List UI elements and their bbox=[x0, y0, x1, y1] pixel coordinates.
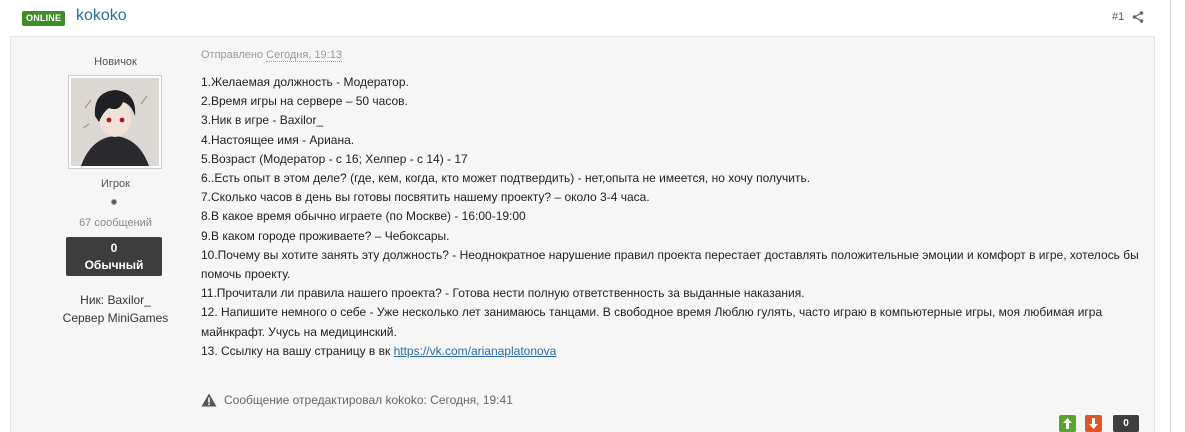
arrow-down-icon bbox=[1089, 418, 1098, 429]
author-username-link[interactable]: kokoko bbox=[76, 7, 127, 25]
body-line: майнкрафт. Учусь на медицинский. bbox=[201, 324, 397, 339]
post-number-link[interactable]: #1 bbox=[1112, 11, 1124, 23]
avatar-image bbox=[71, 78, 159, 166]
body-line: 11.Прочитали ли правила нашего проекта? … bbox=[201, 286, 805, 301]
link-line-prefix: 13. Ссылку на вашу страницу в вк bbox=[201, 343, 394, 358]
reputation-label: Обычный bbox=[84, 258, 144, 272]
reputation-value: 0 bbox=[110, 241, 118, 255]
post-date: Отправлено Сегодня, 19:13 bbox=[201, 49, 342, 62]
author-panel: Новичок Игрок 67 сообщений 0 Обычный Ник… bbox=[23, 37, 208, 432]
sent-prefix: Отправлено bbox=[201, 49, 264, 61]
edit-note-text: Сообщение отредактировал kokoko: Сегодня… bbox=[224, 393, 513, 407]
upvote-button[interactable] bbox=[1059, 415, 1076, 432]
downvote-button[interactable] bbox=[1085, 415, 1102, 432]
post-container: Новичок Игрок 67 сообщений 0 Обычный Ник… bbox=[10, 36, 1155, 432]
vote-count: 0 bbox=[1113, 415, 1139, 432]
nick-field: Ник: Baxilor_ bbox=[23, 293, 208, 307]
body-line: 7.Сколько часов в день вы готовы посвяти… bbox=[201, 190, 650, 205]
nick-label: Ник: bbox=[80, 293, 105, 307]
reputation-badge[interactable]: 0 Обычный bbox=[66, 237, 162, 276]
edit-note: Сообщение отредактировал kokoko: Сегодня… bbox=[201, 393, 513, 407]
warning-icon bbox=[201, 393, 217, 407]
vk-profile-link[interactable]: https://vk.com/arianaplatonova bbox=[394, 344, 557, 358]
arrow-up-icon bbox=[1063, 418, 1072, 429]
server-field: Сервер MiniGames bbox=[23, 311, 208, 325]
posts-count: 67 сообщений bbox=[79, 217, 152, 229]
body-line: 12. Напишите немного о себе - Уже нескол… bbox=[201, 305, 1103, 320]
post-body: 1.Желаемая должность - Модератор. 2.Врем… bbox=[201, 73, 1146, 361]
body-line: 5.Возраст (Модератор - с 16; Хелпер - с … bbox=[201, 151, 468, 166]
post-header: ONLINE kokoko #1 bbox=[0, 0, 1160, 36]
status-dot-icon bbox=[111, 199, 117, 205]
member-group: Игрок bbox=[101, 178, 130, 190]
status-badge: ONLINE bbox=[22, 11, 66, 26]
body-line: 9.В каком городе проживаете? – Чебоксары… bbox=[201, 228, 450, 243]
page-divider bbox=[1170, 0, 1171, 432]
body-line: 8.В какое время обычно играете (по Москв… bbox=[201, 209, 526, 224]
post-content: Отправлено Сегодня, 19:13 1.Желаемая дол… bbox=[201, 37, 1146, 432]
body-line: 6..Есть опыт в этом деле? (где, кем, ког… bbox=[201, 171, 811, 186]
share-icon[interactable] bbox=[1132, 11, 1144, 23]
nick-value: Baxilor_ bbox=[107, 293, 151, 307]
body-line: 3.Ник в игре - Baxilor_ bbox=[201, 113, 324, 128]
sent-date[interactable]: Сегодня, 19:13 bbox=[266, 49, 342, 62]
body-line: 10.Почему вы хотите занять эту должность… bbox=[201, 247, 1139, 262]
body-line: 2.Время игры на сервере – 50 часов. bbox=[201, 94, 408, 109]
rank-title: Новичок bbox=[94, 56, 137, 68]
body-line: помочь проекту. bbox=[201, 267, 291, 282]
avatar[interactable] bbox=[68, 75, 162, 169]
body-line: 1.Желаемая должность - Модератор. bbox=[201, 75, 409, 89]
server-value: MiniGames bbox=[107, 311, 169, 325]
body-line: 4.Настоящее имя - Ариана. bbox=[201, 132, 355, 147]
server-label: Сервер bbox=[62, 311, 105, 325]
body-line-link: 13. Ссылку на вашу страницу в вк https:/… bbox=[201, 342, 1146, 361]
